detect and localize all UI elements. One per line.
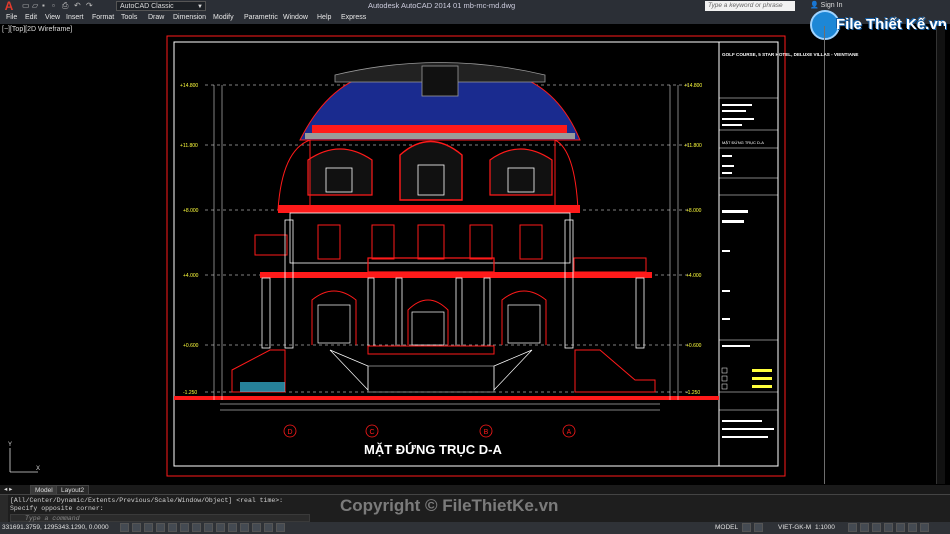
cursor-coordinates: 331691.3759, 1295343.1290, 0.0000	[2, 524, 109, 531]
save-as-icon[interactable]: ▫	[52, 1, 55, 10]
drawing-canvas[interactable]: GOLF COURSE, 5 STAR HOTEL, DELUXE VILLAS…	[0, 26, 936, 484]
menu-insert[interactable]: Insert	[66, 14, 84, 21]
elev-label-left: +4.000	[183, 273, 199, 279]
layout-tabs: ◂ ▸ Model Layout2	[0, 485, 950, 495]
sheet-title: MẶT ĐỨNG TRỤC D-A	[364, 442, 502, 457]
snap-mode-icon[interactable]	[132, 523, 141, 532]
command-history-line: [All/Center/Dynamic/Extents/Previous/Sca…	[10, 497, 284, 504]
new-icon[interactable]: ▭	[22, 1, 30, 10]
title-block-sheet-name: MẶT ĐỨNG TRỤC D-A	[722, 140, 764, 145]
status-bar: 331691.3759, 1295343.1290, 0.0000 MODEL …	[0, 522, 950, 534]
menu-modify[interactable]: Modify	[213, 14, 234, 21]
toolbar-lock-icon[interactable]	[872, 523, 881, 532]
grid-display-icon[interactable]	[144, 523, 153, 532]
annotation-scale[interactable]: 1:1000	[815, 524, 835, 531]
menu-parametric[interactable]: Parametric	[244, 14, 278, 21]
elev-label-right: -1.250	[686, 390, 700, 396]
model-space-toggle[interactable]: MODEL	[715, 524, 738, 531]
3d-object-snap-icon[interactable]	[192, 523, 201, 532]
menu-dimension[interactable]: Dimension	[173, 14, 206, 21]
workspace-switching-icon[interactable]	[860, 523, 869, 532]
ground-line	[174, 396, 719, 400]
isolate-objects-icon[interactable]	[896, 523, 905, 532]
tab-nav-icon[interactable]: ◂ ▸	[4, 485, 12, 493]
transparency-icon[interactable]	[252, 523, 261, 532]
infer-constraints-icon[interactable]	[120, 523, 129, 532]
dynamic-ucs-icon[interactable]	[216, 523, 225, 532]
svg-text:X: X	[36, 466, 40, 472]
chevron-down-icon: ▼	[197, 4, 203, 10]
object-snap-icon[interactable]	[180, 523, 189, 532]
status-bar-menu-icon[interactable]	[908, 523, 917, 532]
elev-label-left: +0.600	[183, 343, 199, 349]
menu-file[interactable]: File	[6, 14, 17, 21]
menu-view[interactable]: View	[45, 14, 60, 21]
building-elevation	[231, 62, 656, 393]
elev-label-right: +4.000	[686, 273, 702, 279]
command-line-handle[interactable]	[0, 495, 8, 523]
menu-help[interactable]: Help	[317, 14, 331, 21]
workspace-select[interactable]: AutoCAD Classic ▼	[116, 1, 206, 11]
redo-icon[interactable]: ↷	[86, 1, 93, 10]
menu-edit[interactable]: Edit	[25, 14, 37, 21]
annotation-visibility-icon[interactable]	[848, 523, 857, 532]
selection-cycling-icon[interactable]	[276, 523, 285, 532]
svg-text:Y: Y	[8, 442, 12, 448]
plot-icon[interactable]: ⎙	[62, 1, 68, 11]
menu-window[interactable]: Window	[283, 14, 308, 21]
dynamic-input-icon[interactable]	[228, 523, 237, 532]
elev-label-left: +14.800	[180, 83, 198, 89]
elev-label-left: +8.000	[183, 208, 199, 214]
open-icon[interactable]: ▱	[32, 1, 38, 10]
hardware-acceleration-icon[interactable]	[884, 523, 893, 532]
menu-tools[interactable]: Tools	[121, 14, 137, 21]
command-history-line: Specify opposite corner:	[10, 505, 104, 512]
menu-express[interactable]: Express	[341, 14, 366, 21]
application-menu-button[interactable]: A	[2, 0, 16, 12]
axis-label: B	[484, 429, 489, 436]
quick-view-drawings-icon[interactable]	[754, 523, 763, 532]
elev-label-left: +11.800	[180, 143, 198, 149]
save-icon[interactable]: ▪	[42, 1, 45, 10]
axis-label: D	[287, 429, 292, 436]
axis-label: C	[369, 429, 374, 436]
menu-bar: File Edit View Insert Format Tools Draw …	[0, 12, 950, 24]
copyright-watermark: Copyright © FileThietKe.vn	[340, 496, 559, 515]
title-bar: A ▭ ▱ ▪ ▫ ⎙ ↶ ↷ AutoCAD Classic ▼ Autodes…	[0, 0, 950, 12]
ortho-mode-icon[interactable]	[156, 523, 165, 532]
elev-label-right: +0.600	[686, 343, 702, 349]
language-indicator[interactable]: VIET-GK-M	[778, 524, 811, 531]
elev-label-right: +8.000	[686, 208, 702, 214]
elev-label-right: +11.800	[684, 143, 702, 149]
undo-icon[interactable]: ↶	[74, 1, 81, 10]
window-title: Autodesk AutoCAD 2014 01 mb-mc-md.dwg	[368, 1, 516, 10]
menu-format[interactable]: Format	[92, 14, 114, 21]
polar-tracking-icon[interactable]	[168, 523, 177, 532]
ucs-icon: Y X	[8, 442, 40, 473]
axis-label: A	[567, 429, 572, 436]
lineweight-icon[interactable]	[240, 523, 249, 532]
command-input[interactable]: Type a command	[10, 514, 310, 522]
object-snap-tracking-icon[interactable]	[204, 523, 213, 532]
elev-label-right: +14.800	[684, 83, 702, 89]
title-block-project: GOLF COURSE, 5 STAR HOTEL, DELUXE VILLAS…	[722, 52, 858, 57]
vertical-scrollbar[interactable]	[936, 26, 945, 484]
quick-view-layouts-icon[interactable]	[742, 523, 751, 532]
search-input[interactable]: Type a keyword or phrase	[705, 1, 795, 11]
menu-draw[interactable]: Draw	[148, 14, 164, 21]
quick-properties-icon[interactable]	[264, 523, 273, 532]
elev-label-left: -1.250	[183, 390, 197, 396]
clean-screen-icon[interactable]	[920, 523, 929, 532]
